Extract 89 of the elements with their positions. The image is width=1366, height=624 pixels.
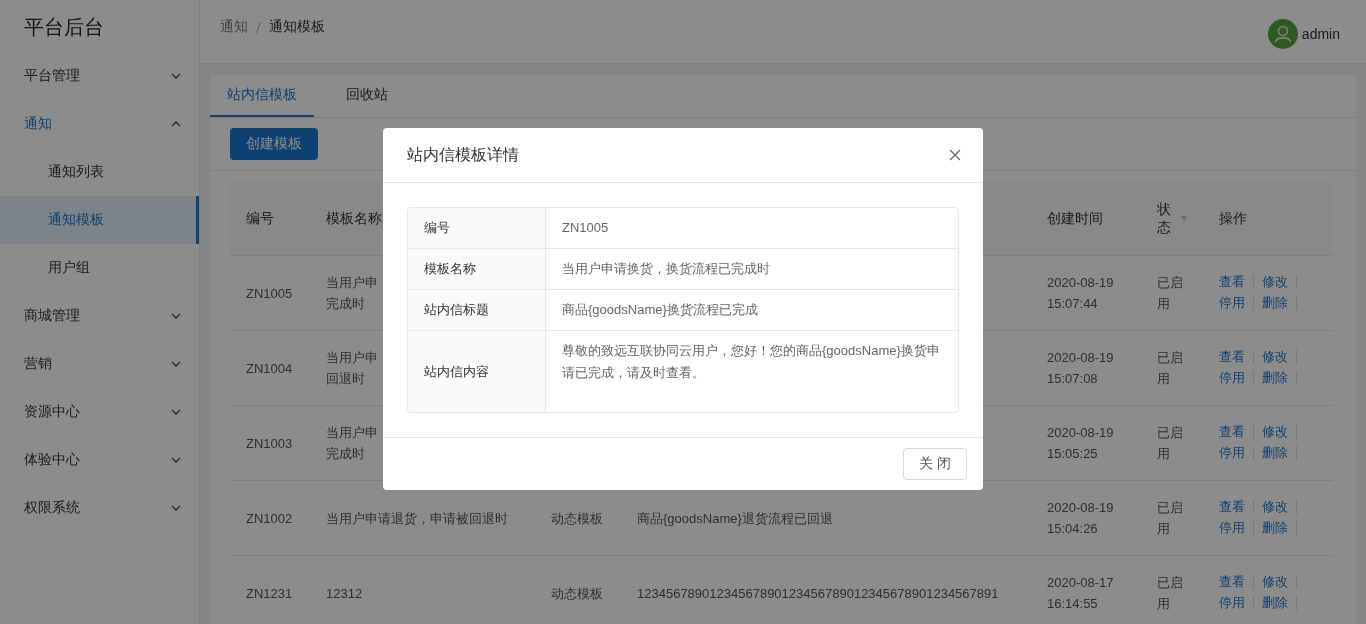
column-header: 编号 [246, 209, 274, 228]
sidebar-item[interactable]: 通知 [0, 100, 199, 148]
action-link[interactable]: 停用 [1219, 371, 1254, 385]
sidebar-item[interactable]: 权限系统 [0, 484, 199, 532]
table-cell-text: 完成时 [326, 445, 365, 463]
action-link[interactable]: 修改 [1262, 500, 1297, 514]
table-cell-text: 完成时 [326, 295, 365, 313]
action-link[interactable]: 修改 [1262, 350, 1297, 364]
action-link[interactable]: 查看 [1219, 350, 1254, 364]
chevron-icon [171, 409, 181, 415]
table-cell: 已启用 [1157, 350, 1183, 386]
sidebar-item[interactable]: 体验中心 [0, 436, 199, 484]
sidebar-item[interactable]: 平台管理 [0, 52, 199, 100]
create-button[interactable]: 创建模板 [230, 128, 318, 160]
action-link[interactable]: 修改 [1262, 275, 1297, 289]
table-cell: 2020-08-17 16:14:55 [1047, 575, 1114, 611]
column-header: 操作 [1219, 209, 1247, 228]
breadcrumb-item[interactable]: 通知 [220, 18, 248, 36]
table-cell: ZN1002 [246, 510, 293, 526]
breadcrumb-item[interactable]: 通知模板 [269, 18, 325, 36]
table-cell: 2020-08-19 15:04:26 [1047, 500, 1114, 536]
action-link[interactable]: 删除 [1262, 446, 1297, 460]
table-cell: 动态模板 [551, 510, 603, 526]
action-link[interactable]: 查看 [1219, 500, 1254, 514]
table-cell: 已启用 [1157, 425, 1183, 461]
action-link[interactable]: 修改 [1262, 425, 1297, 439]
table-cell: ZN1004 [246, 360, 293, 376]
sidebar-item[interactable]: 商城管理 [0, 292, 199, 340]
table-cell-text: 回退时 [326, 370, 365, 388]
filter-icon[interactable] [1181, 213, 1187, 224]
table-cell: 当用户申请退货，申请被回退时 [326, 510, 508, 526]
action-link[interactable]: 删除 [1262, 521, 1297, 535]
column-header: 状态 [1157, 200, 1171, 237]
action-link[interactable]: 删除 [1262, 596, 1297, 610]
table-cell: 2020-08-19 15:07:44 [1047, 275, 1114, 311]
table-cell: 已启用 [1157, 275, 1183, 311]
table-cell-text: 当用户申 [326, 349, 378, 367]
chevron-icon [171, 361, 181, 367]
sidebar-subitem[interactable]: 通知模板 [0, 196, 199, 244]
user-name[interactable]: admin [1301, 26, 1340, 42]
chevron-icon [171, 313, 181, 319]
action-link[interactable]: 删除 [1262, 371, 1297, 385]
table-cell-text: 当用户申 [326, 274, 378, 292]
table-cell: 12345678901234567890123456789012345678901234567891 [637, 585, 999, 601]
column-header: 模板名称 [326, 209, 382, 228]
chevron-icon [171, 505, 181, 511]
tab[interactable]: 站内信模板 [210, 75, 314, 117]
close-button[interactable]: 关 闭 [903, 448, 967, 480]
column-header: 创建时间 [1047, 209, 1103, 228]
table-cell: 商品{goodsName}退货流程已回退 [637, 510, 833, 526]
table-cell: ZN1231 [246, 585, 293, 601]
table-cell: 动态模板 [551, 585, 603, 601]
dialog-title: 站内信模板详情 [407, 144, 519, 165]
action-link[interactable]: 删除 [1262, 296, 1297, 310]
action-link[interactable]: 停用 [1219, 521, 1254, 535]
action-link[interactable]: 查看 [1219, 575, 1254, 589]
table-cell: 已启用 [1157, 500, 1183, 536]
field-value: 尊敬的致远互联协同云用户，您好！您的商品{goodsName}换货申请已完成，请及时查看。 [562, 343, 940, 380]
field-label: 模板名称 [424, 260, 476, 278]
action-link[interactable]: 查看 [1219, 275, 1254, 289]
table-cell-text: 当用户申 [326, 424, 378, 442]
action-link[interactable]: 停用 [1219, 596, 1254, 610]
table-cell: ZN1005 [246, 285, 293, 301]
action-link[interactable]: 修改 [1262, 575, 1297, 589]
field-value: 商品{goodsName}换货流程已完成 [562, 302, 758, 317]
field-value: ZN1005 [562, 220, 609, 235]
chevron-icon [171, 121, 181, 127]
avatar-icon[interactable] [1267, 19, 1298, 49]
table-cell: 12312 [326, 585, 363, 601]
action-link[interactable]: 停用 [1219, 446, 1254, 460]
tab[interactable]: 回收站 [329, 75, 405, 117]
field-label: 站内信内容 [424, 362, 489, 381]
table-cell: 已启用 [1157, 575, 1183, 611]
chevron-icon [171, 73, 181, 79]
field-label: 编号 [424, 219, 450, 237]
action-link[interactable]: 停用 [1219, 296, 1254, 310]
field-label: 站内信标题 [424, 301, 489, 319]
sidebar-subitem[interactable]: 用户组 [0, 244, 199, 292]
brand-title: 平台后台 [23, 15, 105, 40]
table-cell: 2020-08-19 15:05:25 [1047, 425, 1114, 461]
table-cell: ZN1003 [246, 435, 293, 451]
sidebar-item[interactable]: 资源中心 [0, 388, 199, 436]
action-link[interactable]: 查看 [1219, 425, 1254, 439]
sidebar-item[interactable]: 营销 [0, 340, 199, 388]
chevron-icon [171, 457, 181, 463]
sidebar-subitem[interactable]: 通知列表 [0, 148, 199, 196]
close-icon[interactable] [949, 149, 961, 161]
field-value: 当用户申请换货，换货流程已完成时 [562, 261, 770, 276]
table-cell: 2020-08-19 15:07:08 [1047, 350, 1114, 386]
